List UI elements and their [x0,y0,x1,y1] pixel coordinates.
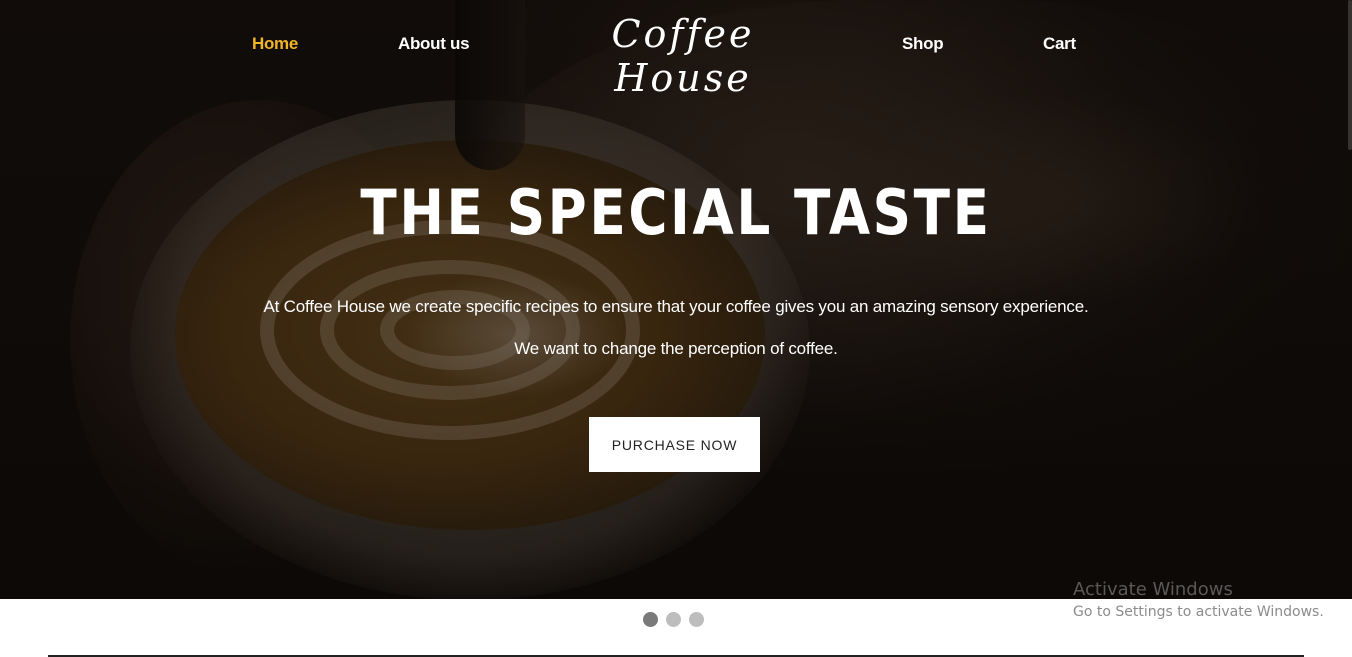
nav-home-link[interactable]: Home [252,34,298,54]
hero-banner: Home About us Coffee House Shop Cart THE… [0,0,1352,599]
hero-tagline-line1: At Coffee House we create specific recip… [263,297,1089,316]
main-nav: Home About us Coffee House Shop Cart [0,0,1352,100]
nav-cart-link[interactable]: Cart [1043,34,1076,54]
hero-tagline-line2: We want to change the perception of coff… [514,339,838,358]
nav-about-link[interactable]: About us [398,34,470,54]
carousel-dot-3[interactable] [689,612,704,627]
carousel-indicators [643,612,704,628]
hero-headline: THE SPECIAL TASTE [360,176,992,249]
carousel-dot-2[interactable] [666,612,681,627]
nav-shop-link[interactable]: Shop [902,34,944,54]
carousel-dot-1[interactable] [643,612,658,627]
page-scrollbar[interactable] [1348,0,1352,150]
site-logo[interactable]: Coffee House [560,12,806,100]
purchase-now-button[interactable]: PURCHASE NOW [589,417,760,472]
watermark-subtitle: Go to Settings to activate Windows. [1073,604,1324,620]
